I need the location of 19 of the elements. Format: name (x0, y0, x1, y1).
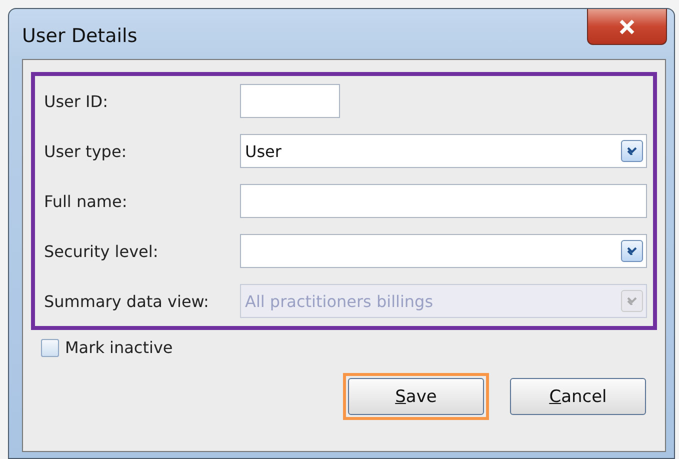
field-label: User ID: (44, 92, 109, 110)
close-button[interactable] (587, 9, 667, 45)
checkbox-label: Mark inactive (65, 338, 173, 357)
field-label: Security level: (44, 242, 160, 260)
dropdown-field[interactable] (240, 234, 647, 268)
field-label: User type: (44, 142, 128, 160)
dropdown-field[interactable]: User (240, 134, 647, 168)
chevron-icon (621, 240, 643, 262)
save-button[interactable]: Save (348, 378, 484, 415)
field-label: Full name: (44, 192, 128, 210)
cancel-button[interactable]: Cancel (510, 378, 646, 415)
close-icon (618, 18, 636, 34)
chevron-icon (621, 140, 643, 162)
chevron-icon (621, 290, 643, 312)
checkbox[interactable] (41, 338, 59, 356)
input-field[interactable] (240, 84, 340, 118)
field-label: Summary data view: (44, 292, 210, 310)
input-field[interactable] (240, 184, 647, 218)
window-title: User Details (22, 25, 138, 47)
